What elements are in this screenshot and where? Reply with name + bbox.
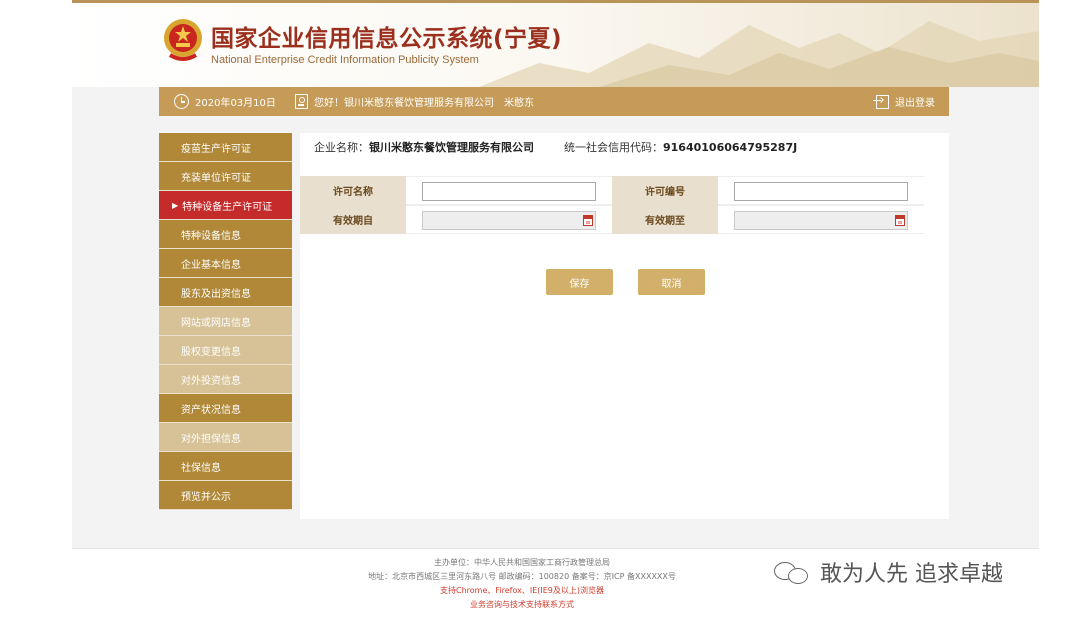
calendar-icon[interactable] (583, 215, 593, 226)
sidebar-item-label[interactable]: 特种设备信息 (181, 227, 241, 242)
company-name-label: 企业名称： (314, 141, 369, 154)
site-subtitle: National Enterprise Credit Information P… (211, 54, 479, 66)
save-button[interactable]: 保存 (546, 269, 613, 295)
calendar-icon[interactable] (895, 215, 905, 226)
form-row-validity: 有效期自 有效期至 (300, 205, 924, 234)
valid-to-label: 有效期至 (612, 205, 718, 234)
license-no-label: 许可编号 (612, 176, 718, 205)
sidebar-item-label[interactable]: 对外投资信息 (181, 372, 241, 387)
username: 米憨东 (504, 98, 534, 109)
valid-from-cell (406, 205, 612, 234)
greeting-text: 您好！银川米憨东餐饮管理服务有限公司 (314, 98, 494, 109)
license-no-input[interactable] (734, 182, 908, 201)
logout-link[interactable]: 退出登录 (873, 87, 935, 116)
site-title: 国家企业信用信息公示系统(宁夏) (211, 26, 563, 52)
watermark-text: 敢为人先 追求卓越 (820, 562, 1003, 587)
company-info: 企业名称：银川米憨东餐饮管理服务有限公司 统一社会信用代码：91640106064… (314, 139, 797, 155)
sidebar-item-label[interactable]: 资产状况信息 (181, 401, 241, 416)
sidebar-item[interactable]: 疫苗生产许可证 (159, 133, 292, 162)
national-emblem-icon (164, 19, 202, 61)
license-name-cell (406, 176, 612, 205)
sidebar-item-label[interactable]: 对外担保信息 (181, 430, 241, 445)
sidebar-item[interactable]: 充装单位许可证 (159, 162, 292, 191)
sidebar-item[interactable]: 特种设备信息 (159, 220, 292, 249)
sidebar-item-label[interactable]: 企业基本信息 (181, 256, 241, 271)
valid-from-date-input[interactable] (422, 211, 596, 230)
wechat-watermark: 敢为人先 追求卓越 (772, 556, 1003, 588)
date-display: 2020年03月10日 (174, 87, 276, 116)
sidebar-item-label[interactable]: 疫苗生产许可证 (181, 140, 251, 155)
sidebar-item[interactable]: ▶ 特种设备生产许可证 (159, 191, 292, 220)
sidebar-item-label[interactable]: 充装单位许可证 (181, 169, 251, 184)
sidebar-item-label[interactable]: 股东及出资信息 (181, 285, 251, 300)
cancel-button[interactable]: 取消 (638, 269, 705, 295)
license-name-input[interactable] (422, 182, 596, 201)
sidebar-item[interactable]: 企业基本信息 (159, 249, 292, 278)
valid-from-label: 有效期自 (300, 205, 406, 234)
form-row-license: 许可名称 许可编号 (300, 176, 924, 205)
company-name: 银川米憨东餐饮管理服务有限公司 (369, 141, 534, 154)
sidebar-item-label[interactable]: 网站或网店信息 (181, 314, 251, 329)
sidebar-item-label[interactable]: 特种设备生产许可证 (182, 198, 272, 213)
sidebar-item[interactable]: 股权变更信息 (159, 336, 292, 365)
sidebar-item[interactable]: 对外担保信息 (159, 423, 292, 452)
wechat-icon (772, 558, 812, 586)
credit-code-label: 统一社会信用代码： (564, 141, 663, 154)
logout-icon[interactable] (873, 94, 889, 109)
user-greeting: 您好！银川米憨东餐饮管理服务有限公司 米憨东 (295, 87, 534, 116)
valid-to-date-input[interactable] (734, 211, 908, 230)
sidebar-item[interactable]: 网站或网店信息 (159, 307, 292, 336)
sidebar-item-label[interactable]: 股权变更信息 (181, 343, 241, 358)
credit-code: 91640106064795287J (663, 141, 798, 154)
sidebar-menu: 疫苗生产许可证 充装单位许可证 ▶ 特种设备生产许可证 特种设备信息 企业基本信息 股东及出… (159, 133, 292, 510)
content-panel: 企业名称：银川米憨东餐饮管理服务有限公司 统一社会信用代码：91640106064… (300, 133, 949, 519)
sidebar-item[interactable]: 资产状况信息 (159, 394, 292, 423)
mountain-banner (479, 21, 1039, 87)
sidebar-item[interactable]: 对外投资信息 (159, 365, 292, 394)
sidebar-item[interactable]: 股东及出资信息 (159, 278, 292, 307)
license-name-label: 许可名称 (300, 176, 406, 205)
sidebar-item-label[interactable]: 社保信息 (181, 459, 221, 474)
sidebar-item[interactable]: 预览并公示 (159, 481, 292, 510)
footer-support-link[interactable]: 业务咨询与技术支持联系方式 (72, 599, 972, 610)
active-arrow-icon: ▶ (172, 200, 179, 210)
license-no-cell (718, 176, 924, 205)
current-date: 2020年03月10日 (195, 98, 276, 109)
user-icon (295, 94, 308, 109)
sidebar-item[interactable]: 社保信息 (159, 452, 292, 481)
site-header: 国家企业信用信息公示系统(宁夏) National Enterprise Cre… (72, 3, 1039, 87)
page: 国家企业信用信息公示系统(宁夏) National Enterprise Cre… (72, 0, 1039, 618)
valid-to-cell (718, 205, 924, 234)
clock-icon (174, 94, 189, 109)
sidebar-item-label[interactable]: 预览并公示 (181, 488, 231, 503)
logout-label[interactable]: 退出登录 (895, 94, 935, 109)
top-bar: 2020年03月10日 您好！银川米憨东餐饮管理服务有限公司 米憨东 退出登录 (159, 87, 949, 116)
